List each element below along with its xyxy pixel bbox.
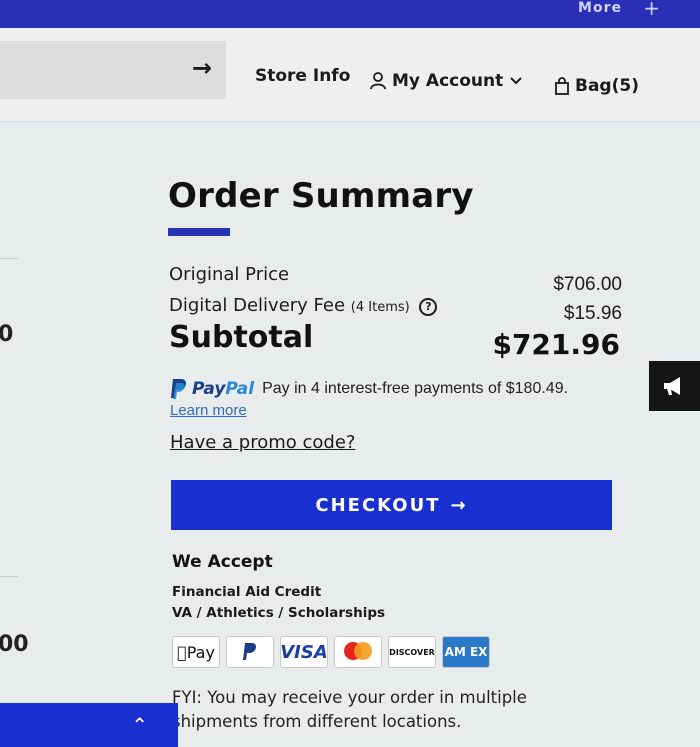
store-info-link[interactable]: Store Info — [255, 66, 350, 86]
paypal-icon — [171, 379, 186, 399]
discover-icon: DISCOVER — [388, 636, 436, 668]
feedback-button[interactable] — [649, 361, 700, 411]
original-price-label: Original Price — [169, 264, 290, 285]
paypal-brand-pay: Pay — [192, 379, 226, 399]
promo-code-link[interactable]: Have a promo code? — [170, 432, 355, 453]
payment-cards: Pay VISA DISCOVER AM EX — [172, 636, 490, 668]
store-info-label: Store Info — [255, 66, 351, 86]
divider — [0, 258, 18, 259]
accept-financial-aid: Financial Aid Credit — [172, 584, 322, 600]
visa-icon: VISA — [280, 636, 328, 668]
delivery-fee-value: $15.96 — [563, 303, 622, 324]
mastercard-icon — [334, 636, 382, 668]
search-submit-arrow-icon[interactable]: → — [192, 54, 212, 82]
paypal-card-icon — [226, 636, 274, 668]
cart-item-price-partial: 0 — [0, 322, 14, 347]
chevron-up-icon[interactable]: ⌃ — [131, 713, 148, 737]
my-account-label: My Account — [392, 71, 504, 91]
accept-va-athletics: VA / Athletics / Scholarships — [172, 605, 386, 621]
title-underline — [168, 228, 230, 236]
page-title: Order Summary — [168, 176, 474, 216]
cart-item-price-partial: 00 — [0, 632, 29, 657]
paypal-brand-pal: Pal — [225, 379, 255, 399]
my-account-menu[interactable]: My Account — [370, 71, 523, 91]
checkout-button[interactable]: CHECKOUT → — [171, 480, 612, 530]
delivery-fee-row: Digital Delivery Fee (4 Items) ? — [169, 295, 438, 316]
user-icon — [370, 72, 386, 90]
bag-label: Bag(5) — [575, 76, 639, 96]
delivery-fee-label: Digital Delivery Fee — [169, 295, 346, 316]
shipping-notice: FYI: You may receive your order in multi… — [172, 688, 527, 731]
more-link[interactable]: More — [578, 0, 622, 16]
checkout-label: CHECKOUT — [315, 494, 441, 516]
search-input[interactable]: → — [0, 41, 226, 99]
paypal-pay-later: PayPal Pay in 4 interest-free payments o… — [170, 378, 568, 400]
arrow-right-icon: → — [450, 494, 468, 516]
megaphone-icon — [663, 377, 680, 395]
subtotal-label: Subtotal — [169, 320, 314, 355]
bottom-drawer[interactable]: ⌃ — [0, 703, 178, 747]
amex-icon: AM EX — [442, 636, 490, 668]
learn-more-link[interactable]: Learn more — [170, 402, 247, 419]
paypal-message: Pay in 4 interest-free payments of $180.… — [262, 380, 569, 397]
bag-icon — [555, 77, 569, 95]
we-accept-heading: We Accept — [172, 552, 273, 572]
divider — [0, 576, 18, 577]
plus-icon[interactable]: + — [643, 0, 660, 20]
top-strip: More + — [0, 0, 700, 28]
apple-pay-icon: Pay — [172, 636, 220, 668]
delivery-items-count: (4 Items) — [350, 300, 410, 315]
info-icon[interactable]: ? — [419, 298, 438, 316]
chevron-down-icon — [510, 77, 522, 85]
subtotal-value: $721.96 — [492, 328, 620, 361]
bag-link[interactable]: Bag(5) — [555, 76, 639, 96]
paypal-logo: PayPal — [170, 378, 254, 400]
site-header: → Store Info My Account Bag(5) — [0, 28, 700, 122]
original-price-value: $706.00 — [553, 274, 622, 295]
